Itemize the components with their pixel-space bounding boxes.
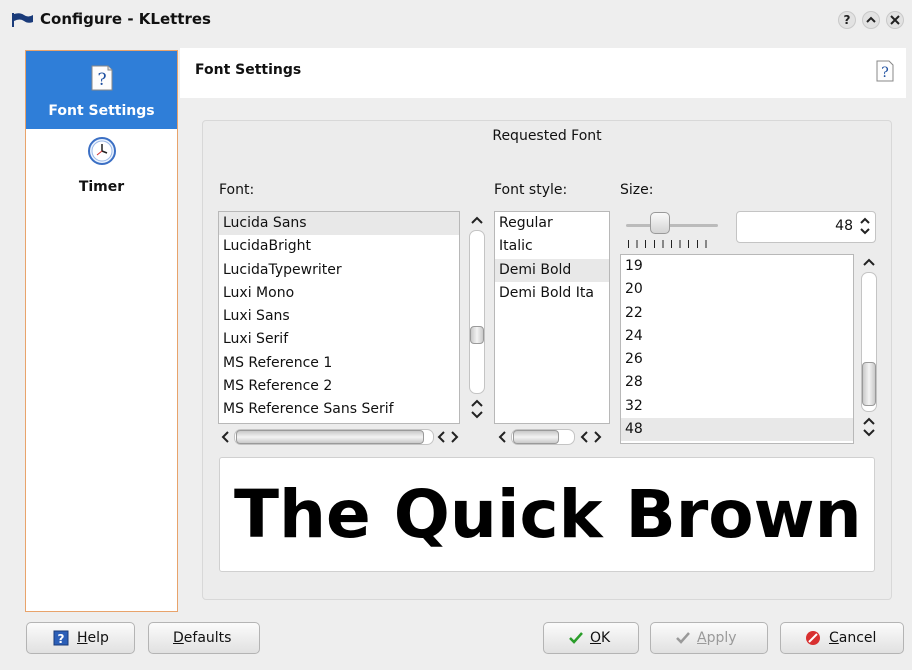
size-list-scroll-thumb[interactable]	[862, 362, 876, 406]
list-item[interactable]: MS Reference Sans Serif	[219, 398, 459, 421]
list-item[interactable]: 26	[621, 348, 853, 371]
list-item[interactable]: Luxi Serif	[219, 328, 459, 351]
scroll-up-arrow-icon[interactable]	[862, 256, 876, 268]
title-bar: Configure - KLettres ?	[0, 0, 912, 40]
list-item[interactable]: MS Reference 1	[219, 352, 459, 375]
apply-button[interactable]: Apply	[650, 622, 768, 654]
font-style-list[interactable]: Regular Italic Demi Bold Demi Bold Ita	[494, 211, 610, 424]
list-item[interactable]: Demi Bold	[495, 258, 609, 282]
list-item[interactable]: 20	[621, 278, 853, 301]
list-item[interactable]: 22	[621, 302, 853, 325]
scroll-left-arrow-icon[interactable]	[496, 430, 508, 444]
check-icon	[569, 632, 583, 644]
check-icon	[676, 632, 690, 644]
list-item[interactable]: Luxi Mono	[219, 282, 459, 305]
cancel-button[interactable]: Cancel	[780, 622, 904, 654]
list-item[interactable]: Lucida Sans	[219, 212, 459, 236]
list-item[interactable]: LucidaBright	[219, 235, 459, 258]
defaults-button[interactable]: Defaults	[148, 622, 260, 654]
scroll-up-arrow-icon[interactable]	[470, 214, 484, 226]
size-slider-groove[interactable]	[626, 224, 718, 227]
scroll-left-right-arrows-icon[interactable]	[435, 430, 461, 444]
preview-text: The Quick Brown	[234, 476, 862, 553]
close-icon	[890, 15, 900, 25]
cancel-icon	[806, 631, 820, 645]
scroll-left-arrow-icon[interactable]	[219, 430, 231, 444]
size-spinbox[interactable]: 48	[736, 211, 876, 243]
size-label: Size:	[620, 182, 654, 198]
svg-text:?: ?	[881, 65, 889, 81]
font-list-hscroll-thumb[interactable]	[236, 430, 424, 444]
list-item[interactable]: 19	[621, 255, 853, 278]
font-preview[interactable]: The Quick Brown	[219, 457, 875, 572]
font-size-list[interactable]: 19 20 22 24 26 28 32 48	[620, 254, 854, 444]
clock-icon	[88, 137, 116, 165]
page-title: Font Settings	[195, 62, 302, 78]
list-item[interactable]: Luxi Sans	[219, 305, 459, 328]
size-slider-ticks	[628, 240, 714, 248]
list-item[interactable]: 24	[621, 325, 853, 348]
help-question-icon: ?	[53, 630, 69, 646]
scroll-down-arrow-icon[interactable]	[470, 396, 484, 422]
group-title: Requested Font	[492, 128, 602, 144]
sidebar: ? Font Settings Timer	[25, 50, 178, 612]
size-spinbox-value: 48	[835, 218, 853, 234]
size-slider-handle[interactable]	[650, 212, 670, 234]
help-question-icon: ?	[876, 60, 894, 82]
close-window-button[interactable]	[886, 11, 904, 29]
cancel-button-label: Cancel	[829, 630, 877, 646]
svg-text:?: ?	[97, 70, 106, 90]
chevron-up-icon	[866, 16, 876, 23]
list-item[interactable]: LucidaTypewriter	[219, 259, 459, 282]
help-window-button[interactable]: ?	[838, 11, 856, 29]
ok-button-label: OK	[590, 630, 611, 646]
svg-text:?: ?	[58, 632, 65, 646]
list-item[interactable]: Demi Bold Ita	[495, 282, 609, 305]
list-item[interactable]: 32	[621, 395, 853, 418]
list-item[interactable]: 48	[621, 418, 853, 442]
help-question-icon: ?	[91, 65, 113, 91]
klettres-app-icon	[12, 13, 33, 27]
apply-button-label: Apply	[697, 630, 737, 646]
font-list-scroll-track[interactable]	[469, 230, 485, 394]
sidebar-item-timer[interactable]: Timer	[26, 131, 177, 201]
sidebar-item-font-settings[interactable]: ? Font Settings	[26, 51, 177, 129]
minimize-window-button[interactable]	[862, 11, 880, 29]
font-family-list[interactable]: Lucida Sans LucidaBright LucidaTypewrite…	[218, 211, 460, 424]
window-title: Configure - KLettres	[40, 10, 211, 28]
help-button-label: Help	[77, 630, 109, 646]
defaults-button-label: Defaults	[173, 630, 232, 646]
spin-up-down-icon[interactable]	[859, 214, 871, 238]
style-list-hscroll-thumb[interactable]	[513, 430, 559, 444]
font-label: Font:	[219, 182, 255, 198]
list-item[interactable]: 28	[621, 371, 853, 394]
sidebar-item-label: Font Settings	[48, 103, 155, 119]
list-item[interactable]: Regular	[495, 212, 609, 235]
help-button[interactable]: ? Help	[26, 622, 135, 654]
scroll-left-right-arrows-icon[interactable]	[578, 430, 604, 444]
sidebar-item-label: Timer	[78, 179, 125, 195]
font-list-scroll-thumb[interactable]	[470, 326, 484, 344]
list-item[interactable]: MS Reference 2	[219, 375, 459, 398]
list-item[interactable]: Italic	[495, 235, 609, 258]
scroll-down-arrow-icon[interactable]	[862, 414, 876, 440]
ok-button[interactable]: OK	[543, 622, 639, 654]
font-style-label: Font style:	[494, 182, 568, 198]
